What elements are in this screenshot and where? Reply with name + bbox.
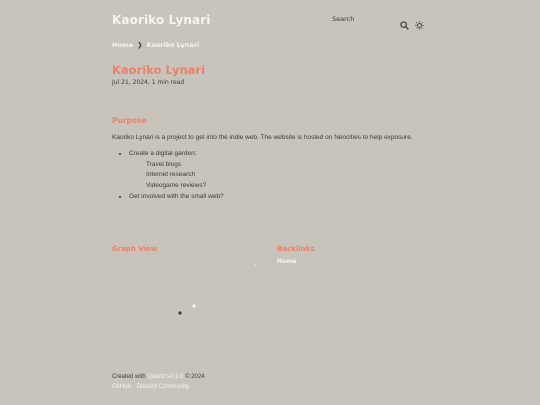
list-item-label: Create a digital garden: xyxy=(129,150,197,157)
page-title: Kaoriko Lynari xyxy=(112,63,206,77)
breadcrumb: Home ❯ Kaoriko Lynari xyxy=(112,41,199,49)
intro-paragraph: Kaoriko Lynari is a project to get into … xyxy=(112,134,413,141)
graph-view-heading: Graph View xyxy=(112,245,158,253)
page-container: Kaoriko Lynari Search Home ❯ Kaoriko Lyn… xyxy=(112,0,428,405)
footer-link-discord[interactable]: Discord Community xyxy=(137,384,189,390)
footer-links: GitHub Discord Community xyxy=(112,384,189,390)
list-item: Create a digital garden: Travel blogs In… xyxy=(129,150,224,190)
footer-link-github[interactable]: GitHub xyxy=(112,384,131,390)
graph-node xyxy=(253,263,257,267)
list-item: Travel blogs xyxy=(146,160,182,168)
sun-icon[interactable] xyxy=(415,15,424,30)
list-item: Videogame reviews? xyxy=(146,182,207,190)
footer-quartz-link[interactable]: Quartz v4.1.0 xyxy=(147,374,183,380)
backlink-home[interactable]: Home xyxy=(277,258,296,265)
breadcrumb-home[interactable]: Home xyxy=(112,41,133,49)
article-meta: Jul 21, 2024, 1 min read xyxy=(112,79,184,86)
footer-year: © 2024 xyxy=(185,374,205,380)
footer-created-with: Created with xyxy=(112,374,146,380)
breadcrumb-separator: ❯ xyxy=(137,41,143,49)
backlinks-heading: Backlinks xyxy=(277,245,315,253)
footer: Created with Quartz v4.1.0 © 2024 xyxy=(112,374,205,380)
search-label[interactable]: Search xyxy=(332,15,354,23)
goals-list: Create a digital garden: Travel blogs In… xyxy=(112,150,224,203)
graph-view[interactable] xyxy=(112,258,262,328)
graph-node xyxy=(178,311,182,315)
sub-list: Travel blogs Internet research Videogame… xyxy=(129,161,224,190)
list-item: Get involved with the small web? xyxy=(129,193,224,201)
search-icon[interactable] xyxy=(400,15,409,30)
article-read-time: 1 min read xyxy=(151,79,185,86)
site-title[interactable]: Kaoriko Lynari xyxy=(112,13,210,27)
section-heading-purpose: Purpose xyxy=(112,116,147,125)
graph-node xyxy=(192,304,196,308)
breadcrumb-current: Kaoriko Lynari xyxy=(146,41,200,49)
list-item: Internet research xyxy=(146,171,196,179)
article-date: Jul 21, 2024, xyxy=(112,79,150,86)
